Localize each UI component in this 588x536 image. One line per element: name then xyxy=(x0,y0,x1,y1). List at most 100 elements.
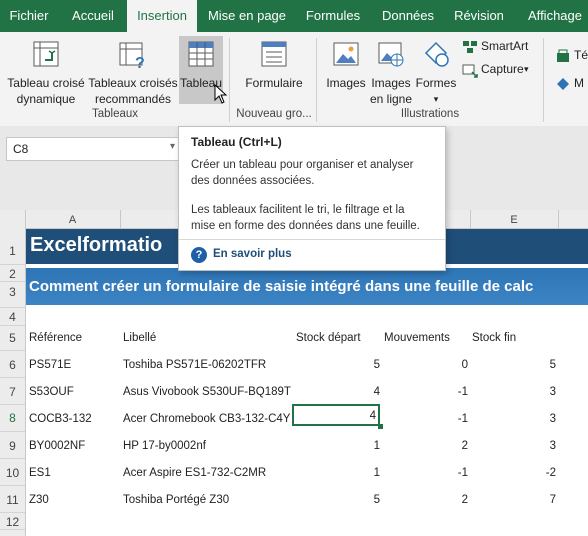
cell-libelle[interactable]: Acer Aspire ES1-732-C2MR xyxy=(123,467,266,479)
cell-stock-depart[interactable]: 1 xyxy=(296,467,380,479)
cell-mouvements[interactable]: -1 xyxy=(384,386,468,398)
row-header-9[interactable]: 9 xyxy=(0,439,25,453)
online-images-button[interactable]: Images en ligne xyxy=(369,36,413,108)
online-images-label-2: en ligne xyxy=(369,92,413,106)
row-divider xyxy=(0,350,25,351)
column-divider xyxy=(558,210,559,228)
images-button[interactable]: Images xyxy=(323,36,369,108)
row-header-12[interactable]: 12 xyxy=(0,515,25,529)
row-divider xyxy=(0,458,25,459)
smartart-button[interactable]: SmartArt xyxy=(460,38,532,56)
online-images-label-1: Images xyxy=(371,76,411,90)
svg-text:?: ? xyxy=(135,55,145,70)
cell-stock-fin[interactable]: 3 xyxy=(472,413,556,425)
row-header-8[interactable]: 8 xyxy=(0,411,25,425)
online-picture-icon xyxy=(378,42,404,67)
tab-donnees[interactable]: Données xyxy=(377,0,439,32)
tab-mise-en-page[interactable]: Mise en page xyxy=(203,0,291,32)
tab-fichier[interactable]: Fichier xyxy=(0,0,58,32)
cell-stock-depart[interactable]: 4 xyxy=(296,386,380,398)
shapes-button[interactable]: Formes ▾ xyxy=(414,36,458,108)
chevron-down-icon[interactable]: ▾ xyxy=(170,141,175,152)
cell-mouvements[interactable]: -1 xyxy=(384,467,468,479)
cell-mouvements[interactable]: 0 xyxy=(384,359,468,371)
header-stock-fin: Stock fin xyxy=(472,332,517,344)
cell-stock-fin[interactable]: -2 xyxy=(472,467,556,479)
capture-label: Capture xyxy=(481,62,524,76)
row-divider xyxy=(0,431,25,432)
cell-stock-depart[interactable]: 1 xyxy=(296,440,380,452)
learn-more-link[interactable]: En savoir plus xyxy=(213,248,292,260)
row-divider xyxy=(0,307,25,308)
column-header-e[interactable]: E xyxy=(470,210,558,228)
header-mouvements: Mouvements xyxy=(384,332,450,344)
tab-insertion[interactable]: Insertion xyxy=(127,0,197,32)
cell-mouvements[interactable]: 2 xyxy=(384,440,468,452)
cell-libelle[interactable]: Asus Vivobook S530UF-BQ189T xyxy=(123,386,291,398)
cut-off-label-2: M xyxy=(574,76,584,90)
group-label-illustrations: Illustrations xyxy=(400,108,460,120)
cell-stock-depart[interactable]: 4 xyxy=(296,410,376,422)
cell-mouvements[interactable]: 2 xyxy=(384,494,468,506)
pivot-table-button[interactable]: Tableau croisé dynamique xyxy=(6,36,86,108)
cut-off-label-1: Té xyxy=(574,48,588,62)
cell-stock-depart[interactable]: 5 xyxy=(296,494,380,506)
tooltip-title: Tableau (Ctrl+L) xyxy=(191,135,282,149)
cell-stock-fin[interactable]: 7 xyxy=(472,494,556,506)
capture-button[interactable]: Capture ▾ xyxy=(460,61,536,79)
row-header-2[interactable]: 2 xyxy=(0,267,25,281)
cell-stock-fin[interactable]: 5 xyxy=(472,359,556,371)
tooltip-text-1b: des données associées. xyxy=(191,175,315,187)
tooltip-divider xyxy=(179,239,445,240)
row-header-6[interactable]: 6 xyxy=(0,358,25,372)
cell-libelle[interactable]: Toshiba Portégé Z30 xyxy=(123,494,229,506)
cell-reference[interactable]: S53OUF xyxy=(29,386,74,398)
group-label-nouveau: Nouveau gro... xyxy=(236,108,312,120)
cut-off-button-2[interactable]: M xyxy=(556,76,588,94)
table-tooltip: Tableau (Ctrl+L) Créer un tableau pour o… xyxy=(178,126,446,271)
cell-libelle[interactable]: Toshiba PS571E-06202TFR xyxy=(123,359,266,371)
column-header-a[interactable]: A xyxy=(25,210,120,228)
pivot-table-label-2: dynamique xyxy=(16,92,76,106)
cell-reference[interactable]: Z30 xyxy=(29,494,49,506)
row-divider xyxy=(0,404,25,405)
form-icon xyxy=(261,41,287,67)
cell-reference[interactable]: COCB3-132 xyxy=(29,413,92,425)
row-header-7[interactable]: 7 xyxy=(0,385,25,399)
pivot-table-label-1: Tableau croisé xyxy=(7,76,85,90)
cell-stock-depart[interactable]: 5 xyxy=(296,359,380,371)
tab-formules[interactable]: Formules xyxy=(300,0,366,32)
row-header-4[interactable]: 4 xyxy=(0,310,25,324)
cell-stock-fin[interactable]: 3 xyxy=(472,386,556,398)
cut-off-button-1[interactable]: Té xyxy=(556,48,588,66)
chevron-down-icon: ▾ xyxy=(433,94,439,104)
group-separator xyxy=(316,38,317,122)
row-divider xyxy=(0,281,25,282)
smartart-icon xyxy=(463,41,477,53)
name-box-value: C8 xyxy=(13,142,29,156)
row-header-1[interactable]: 1 xyxy=(0,244,25,258)
fill-handle[interactable] xyxy=(378,424,383,429)
row-header-11[interactable]: 11 xyxy=(0,493,25,507)
table-icon xyxy=(188,41,214,67)
form-button[interactable]: Formulaire xyxy=(238,36,310,108)
cell-reference[interactable]: BY0002NF xyxy=(29,440,85,452)
tab-accueil[interactable]: Accueil xyxy=(62,0,124,32)
cell-stock-fin[interactable]: 3 xyxy=(472,440,556,452)
row-header-10[interactable]: 10 xyxy=(0,466,25,480)
form-label: Formulaire xyxy=(245,76,303,90)
cell-reference[interactable]: ES1 xyxy=(29,467,51,479)
header-reference: Référence xyxy=(29,332,83,344)
name-box[interactable]: C8 ▾ xyxy=(6,137,180,161)
row-header-5[interactable]: 5 xyxy=(0,331,25,345)
tab-revision[interactable]: Révision xyxy=(448,0,510,32)
recommended-pivot-button[interactable]: ? Tableaux croisés recommandés xyxy=(88,36,178,108)
cell-libelle[interactable]: HP 17-by0002nf xyxy=(123,440,206,452)
images-label: Images xyxy=(326,76,366,90)
cell-mouvements[interactable]: -1 xyxy=(384,413,468,425)
cell-reference[interactable]: PS571E xyxy=(29,359,71,371)
cell-libelle[interactable]: Acer Chromebook CB3-132-C4Y xyxy=(123,413,290,425)
help-icon: ? xyxy=(191,247,207,263)
row-header-3[interactable]: 3 xyxy=(0,285,25,299)
tab-affichage[interactable]: Affichage xyxy=(522,0,588,32)
